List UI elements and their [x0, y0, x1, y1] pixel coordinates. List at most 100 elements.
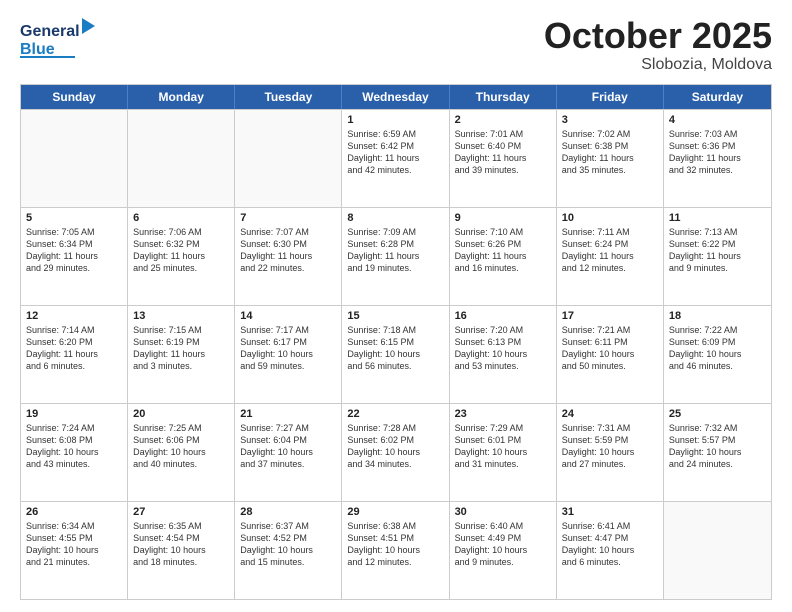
calendar-cell-r3-c3: 22 Sunrise: 7:28 AM Sunset: 6:02 PM Dayli… — [342, 404, 449, 501]
calendar-cell-r2-c0: 12 Sunrise: 7:14 AM Sunset: 6:20 PM Dayli… — [21, 306, 128, 403]
calendar-cell-r1-c1: 6 Sunrise: 7:06 AM Sunset: 6:32 PM Daylig… — [128, 208, 235, 305]
calendar-cell-r4-c1: 27Sunrise: 6:35 AM Sunset: 4:54 PM Dayli… — [128, 502, 235, 599]
cell-daylight-info: Sunrise: 7:01 AM Sunset: 6:40 PM Dayligh… — [455, 128, 551, 177]
cell-daylight-info: Sunrise: 6:41 AM Sunset: 4:47 PM Dayligh… — [562, 520, 658, 569]
calendar-cell-r4-c0: 26 Sunrise: 6:34 AM Sunset: 4:55 PM Dayli… — [21, 502, 128, 599]
header-wednesday: Wednesday — [342, 85, 449, 109]
logo: General Blue — [20, 16, 110, 60]
title-area: October 2025 Slobozia, Moldova — [544, 16, 772, 74]
cell-day-number: 26 — [26, 506, 122, 518]
calendar-cell-r1-c4: 9 Sunrise: 7:10 AM Sunset: 6:26 PM Daylig… — [450, 208, 557, 305]
cell-day-number: 10 — [562, 212, 658, 224]
header-sunday: Sunday — [21, 85, 128, 109]
calendar-cell-r0-c2 — [235, 110, 342, 207]
cell-daylight-info: Sunrise: 6:59 AM Sunset: 6:42 PM Dayligh… — [347, 128, 443, 177]
cell-day-number: 8 — [347, 212, 443, 224]
calendar-cell-r2-c6: 18Sunrise: 7:22 AM Sunset: 6:09 PM Dayli… — [664, 306, 771, 403]
calendar-cell-r1-c6: 11 Sunrise: 7:13 AM Sunset: 6:22 PM Dayli… — [664, 208, 771, 305]
header-friday: Friday — [557, 85, 664, 109]
calendar-row-0: 1 Sunrise: 6:59 AM Sunset: 6:42 PM Daylig… — [21, 109, 771, 207]
calendar-cell-r1-c2: 7 Sunrise: 7:07 AM Sunset: 6:30 PM Daylig… — [235, 208, 342, 305]
cell-daylight-info: Sunrise: 7:10 AM Sunset: 6:26 PM Dayligh… — [455, 226, 551, 275]
cell-daylight-info: Sunrise: 7:02 AM Sunset: 6:38 PM Dayligh… — [562, 128, 658, 177]
calendar-cell-r4-c2: 28Sunrise: 6:37 AM Sunset: 4:52 PM Dayli… — [235, 502, 342, 599]
calendar-cell-r3-c2: 21 Sunrise: 7:27 AM Sunset: 6:04 PM Dayli… — [235, 404, 342, 501]
cell-day-number: 17 — [562, 310, 658, 322]
calendar-cell-r0-c6: 4 Sunrise: 7:03 AM Sunset: 6:36 PM Daylig… — [664, 110, 771, 207]
cell-day-number: 13 — [133, 310, 229, 322]
cell-daylight-info: Sunrise: 7:27 AM Sunset: 6:04 PM Dayligh… — [240, 422, 336, 471]
cell-daylight-info: Sunrise: 6:37 AM Sunset: 4:52 PM Dayligh… — [240, 520, 336, 569]
cell-day-number: 11 — [669, 212, 766, 224]
cell-daylight-info: Sunrise: 7:29 AM Sunset: 6:01 PM Dayligh… — [455, 422, 551, 471]
cell-daylight-info: Sunrise: 7:03 AM Sunset: 6:36 PM Dayligh… — [669, 128, 766, 177]
cell-day-number: 12 — [26, 310, 122, 322]
page: General Blue October 2025 Slobozia, Mold… — [0, 0, 792, 612]
calendar-row-4: 26 Sunrise: 6:34 AM Sunset: 4:55 PM Dayli… — [21, 501, 771, 599]
cell-day-number: 21 — [240, 408, 336, 420]
calendar-cell-r1-c0: 5Sunrise: 7:05 AM Sunset: 6:34 PM Daylig… — [21, 208, 128, 305]
calendar-cell-r2-c5: 17 Sunrise: 7:21 AM Sunset: 6:11 PM Dayli… — [557, 306, 664, 403]
cell-day-number: 9 — [455, 212, 551, 224]
calendar-cell-r4-c3: 29Sunrise: 6:38 AM Sunset: 4:51 PM Dayli… — [342, 502, 449, 599]
cell-daylight-info: Sunrise: 7:06 AM Sunset: 6:32 PM Dayligh… — [133, 226, 229, 275]
logo-svg: General Blue — [20, 16, 110, 60]
cell-day-number: 4 — [669, 114, 766, 126]
cell-day-number: 22 — [347, 408, 443, 420]
cell-daylight-info: Sunrise: 7:14 AM Sunset: 6:20 PM Dayligh… — [26, 324, 122, 373]
cell-day-number: 29 — [347, 506, 443, 518]
cell-day-number: 16 — [455, 310, 551, 322]
calendar: Sunday Monday Tuesday Wednesday Thursday… — [20, 84, 772, 600]
cell-daylight-info: Sunrise: 7:13 AM Sunset: 6:22 PM Dayligh… — [669, 226, 766, 275]
calendar-cell-r2-c1: 13 Sunrise: 7:15 AM Sunset: 6:19 PM Dayli… — [128, 306, 235, 403]
calendar-cell-r0-c4: 2 Sunrise: 7:01 AM Sunset: 6:40 PM Daylig… — [450, 110, 557, 207]
calendar-cell-r3-c6: 25Sunrise: 7:32 AM Sunset: 5:57 PM Dayli… — [664, 404, 771, 501]
cell-day-number: 1 — [347, 114, 443, 126]
calendar-body: 1 Sunrise: 6:59 AM Sunset: 6:42 PM Daylig… — [21, 109, 771, 599]
cell-daylight-info: Sunrise: 7:15 AM Sunset: 6:19 PM Dayligh… — [133, 324, 229, 373]
cell-daylight-info: Sunrise: 7:28 AM Sunset: 6:02 PM Dayligh… — [347, 422, 443, 471]
cell-day-number: 14 — [240, 310, 336, 322]
cell-day-number: 6 — [133, 212, 229, 224]
calendar-cell-r1-c5: 10Sunrise: 7:11 AM Sunset: 6:24 PM Dayli… — [557, 208, 664, 305]
cell-daylight-info: Sunrise: 7:21 AM Sunset: 6:11 PM Dayligh… — [562, 324, 658, 373]
cell-daylight-info: Sunrise: 7:24 AM Sunset: 6:08 PM Dayligh… — [26, 422, 122, 471]
calendar-row-2: 12 Sunrise: 7:14 AM Sunset: 6:20 PM Dayli… — [21, 305, 771, 403]
cell-daylight-info: Sunrise: 7:07 AM Sunset: 6:30 PM Dayligh… — [240, 226, 336, 275]
calendar-cell-r3-c0: 19 Sunrise: 7:24 AM Sunset: 6:08 PM Dayli… — [21, 404, 128, 501]
cell-daylight-info: Sunrise: 7:32 AM Sunset: 5:57 PM Dayligh… — [669, 422, 766, 471]
header-thursday: Thursday — [450, 85, 557, 109]
calendar-cell-r3-c1: 20 Sunrise: 7:25 AM Sunset: 6:06 PM Dayli… — [128, 404, 235, 501]
calendar-cell-r0-c5: 3 Sunrise: 7:02 AM Sunset: 6:38 PM Daylig… — [557, 110, 664, 207]
calendar-cell-r2-c3: 15Sunrise: 7:18 AM Sunset: 6:15 PM Dayli… — [342, 306, 449, 403]
calendar-cell-r2-c2: 14Sunrise: 7:17 AM Sunset: 6:17 PM Dayli… — [235, 306, 342, 403]
cell-day-number: 5 — [26, 212, 122, 224]
calendar-cell-r3-c5: 24Sunrise: 7:31 AM Sunset: 5:59 PM Dayli… — [557, 404, 664, 501]
cell-daylight-info: Sunrise: 6:34 AM Sunset: 4:55 PM Dayligh… — [26, 520, 122, 569]
svg-text:Blue: Blue — [20, 41, 55, 58]
calendar-cell-r3-c4: 23Sunrise: 7:29 AM Sunset: 6:01 PM Dayli… — [450, 404, 557, 501]
calendar-cell-r0-c0 — [21, 110, 128, 207]
cell-day-number: 20 — [133, 408, 229, 420]
calendar-header: Sunday Monday Tuesday Wednesday Thursday… — [21, 85, 771, 109]
month-title: October 2025 — [544, 16, 772, 56]
cell-day-number: 30 — [455, 506, 551, 518]
cell-day-number: 27 — [133, 506, 229, 518]
cell-daylight-info: Sunrise: 7:31 AM Sunset: 5:59 PM Dayligh… — [562, 422, 658, 471]
cell-day-number: 7 — [240, 212, 336, 224]
calendar-cell-r0-c3: 1 Sunrise: 6:59 AM Sunset: 6:42 PM Daylig… — [342, 110, 449, 207]
cell-day-number: 19 — [26, 408, 122, 420]
cell-day-number: 2 — [455, 114, 551, 126]
header-tuesday: Tuesday — [235, 85, 342, 109]
header: General Blue October 2025 Slobozia, Mold… — [20, 16, 772, 74]
cell-daylight-info: Sunrise: 6:40 AM Sunset: 4:49 PM Dayligh… — [455, 520, 551, 569]
cell-day-number: 3 — [562, 114, 658, 126]
cell-day-number: 15 — [347, 310, 443, 322]
cell-day-number: 31 — [562, 506, 658, 518]
cell-daylight-info: Sunrise: 7:25 AM Sunset: 6:06 PM Dayligh… — [133, 422, 229, 471]
calendar-cell-r4-c4: 30 Sunrise: 6:40 AM Sunset: 4:49 PM Dayli… — [450, 502, 557, 599]
calendar-row-3: 19 Sunrise: 7:24 AM Sunset: 6:08 PM Dayli… — [21, 403, 771, 501]
cell-daylight-info: Sunrise: 7:09 AM Sunset: 6:28 PM Dayligh… — [347, 226, 443, 275]
calendar-row-1: 5Sunrise: 7:05 AM Sunset: 6:34 PM Daylig… — [21, 207, 771, 305]
cell-day-number: 18 — [669, 310, 766, 322]
